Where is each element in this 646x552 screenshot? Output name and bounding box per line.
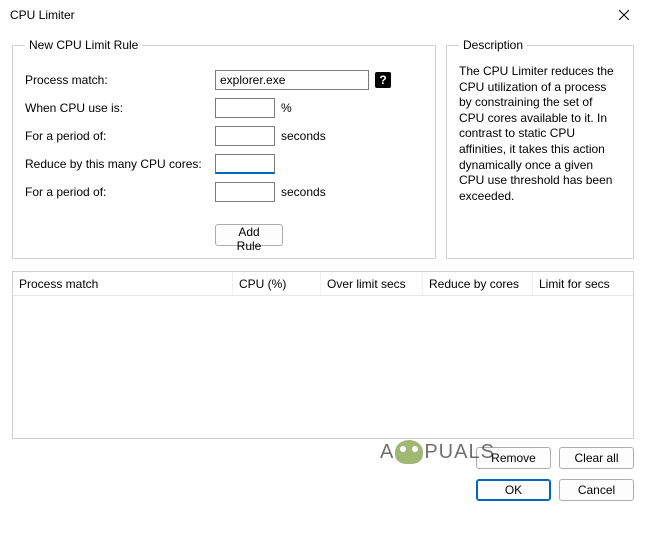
col-cpu-percent[interactable]: CPU (%) [233,272,321,295]
new-rule-group: New CPU Limit Rule Process match: ? When… [12,38,436,259]
new-rule-legend: New CPU Limit Rule [25,38,142,52]
col-limit-for-secs[interactable]: Limit for secs [533,272,633,295]
table-body[interactable] [13,296,633,438]
cancel-button[interactable]: Cancel [559,479,634,501]
help-icon[interactable]: ? [375,72,391,88]
process-match-input[interactable] [215,70,369,90]
col-over-limit-secs[interactable]: Over limit secs [321,272,423,295]
when-cpu-input[interactable] [215,98,275,118]
description-group: Description The CPU Limiter reduces the … [446,38,634,259]
row-period-1: For a period of: seconds [25,126,423,146]
clear-all-button[interactable]: Clear all [559,447,634,469]
row-reduce: Reduce by this many CPU cores: [25,154,423,174]
when-cpu-label: When CPU use is: [25,101,215,115]
col-process-match[interactable]: Process match [13,272,233,295]
description-text: The CPU Limiter reduces the CPU utilizat… [459,64,621,204]
ok-button[interactable]: OK [476,479,551,501]
row-when-cpu: When CPU use is: % [25,98,423,118]
row-process-match: Process match: ? [25,70,423,90]
reduce-cores-input[interactable] [215,154,275,174]
list-button-row: Remove Clear all [12,447,634,469]
reduce-label: Reduce by this many CPU cores: [25,157,215,171]
period1-input[interactable] [215,126,275,146]
table-header: Process match CPU (%) Over limit secs Re… [13,272,633,296]
window-title: CPU Limiter [10,8,75,22]
period1-unit: seconds [281,129,326,143]
dialog-button-row: OK Cancel [12,479,634,501]
period2-input[interactable] [215,182,275,202]
title-bar: CPU Limiter [0,0,646,30]
close-icon [619,10,629,20]
close-button[interactable] [602,0,646,30]
row-period-2: For a period of: seconds [25,182,423,202]
col-reduce-by-cores[interactable]: Reduce by cores [423,272,533,295]
remove-button[interactable]: Remove [476,447,551,469]
add-rule-button[interactable]: Add Rule [215,224,283,246]
period2-unit: seconds [281,185,326,199]
when-cpu-unit: % [281,101,292,115]
description-legend: Description [459,38,527,52]
period1-label: For a period of: [25,129,215,143]
period2-label: For a period of: [25,185,215,199]
process-match-label: Process match: [25,73,215,87]
rules-table: Process match CPU (%) Over limit secs Re… [12,271,634,439]
dialog-content: New CPU Limit Rule Process match: ? When… [0,30,646,513]
